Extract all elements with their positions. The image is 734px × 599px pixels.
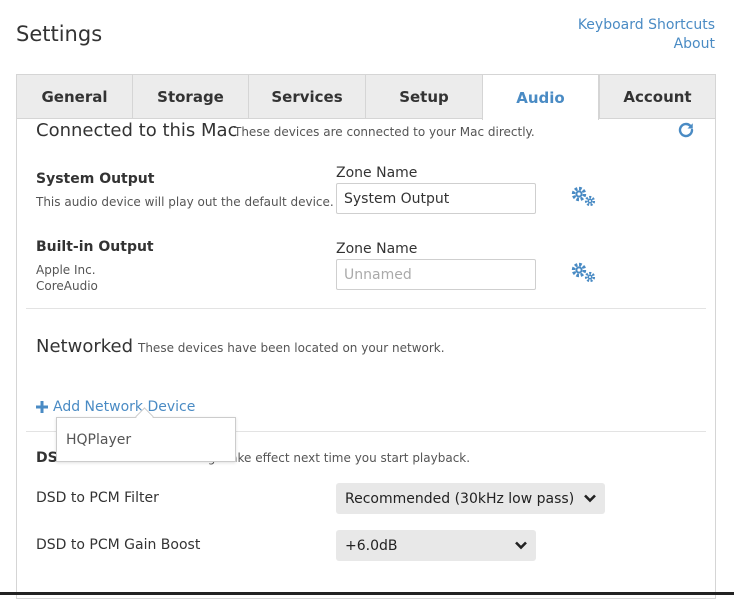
device-name-built-in-output: Built-in Output: [36, 239, 154, 255]
about-link[interactable]: About: [674, 36, 715, 52]
dsd-filter-select[interactable]: Recommended (30kHz low pass): [336, 483, 605, 514]
settings-tabs: General Storage Services Setup Audio Acc…: [16, 74, 716, 120]
page-title: Settings: [16, 22, 103, 46]
connected-section-title: Connected to this Mac: [36, 120, 238, 141]
refresh-icon[interactable]: [677, 121, 695, 139]
connected-section-subtitle: These devices are connected to your Mac …: [234, 125, 535, 139]
keyboard-shortcuts-link[interactable]: Keyboard Shortcuts: [578, 17, 715, 33]
tab-general[interactable]: General: [16, 74, 132, 119]
dsd-gain-value: +6.0dB: [345, 537, 398, 554]
dsd-filter-value: Recommended (30kHz low pass): [345, 490, 575, 507]
dsd-filter-label: DSD to PCM Filter: [36, 490, 159, 506]
zone-name-input-built-in-output[interactable]: [336, 259, 536, 290]
device-driver-built-in-output: CoreAudio: [36, 279, 98, 293]
tab-storage[interactable]: Storage: [132, 74, 248, 119]
zone-name-label: Zone Name: [336, 241, 418, 257]
chevron-down-icon: [584, 494, 596, 503]
popup-item-hqplayer[interactable]: HQPlayer: [66, 432, 131, 448]
tab-account[interactable]: Account: [599, 74, 716, 119]
device-maker-built-in-output: Apple Inc.: [36, 263, 96, 277]
add-network-device-label: Add Network Device: [53, 399, 196, 415]
device-desc-system-output: This audio device will play out the defa…: [36, 195, 334, 209]
chevron-down-icon: [515, 541, 527, 550]
section-divider: [26, 308, 706, 309]
zone-name-input-system-output[interactable]: [336, 183, 536, 214]
tab-audio[interactable]: Audio: [482, 74, 599, 120]
networked-section-title: Networked: [36, 336, 134, 357]
plus-icon: [36, 401, 48, 413]
zone-name-label: Zone Name: [336, 165, 418, 181]
device-name-system-output: System Output: [36, 171, 155, 187]
dsd-gain-select[interactable]: +6.0dB: [336, 530, 536, 561]
tab-services[interactable]: Services: [248, 74, 365, 119]
networked-section-subtitle: These devices have been located on your …: [138, 341, 445, 355]
gear-icon[interactable]: [569, 261, 597, 283]
tab-setup[interactable]: Setup: [365, 74, 482, 119]
add-network-device-button[interactable]: Add Network Device: [36, 399, 195, 415]
dsd-gain-label: DSD to PCM Gain Boost: [36, 537, 201, 553]
gear-icon[interactable]: [569, 185, 597, 207]
